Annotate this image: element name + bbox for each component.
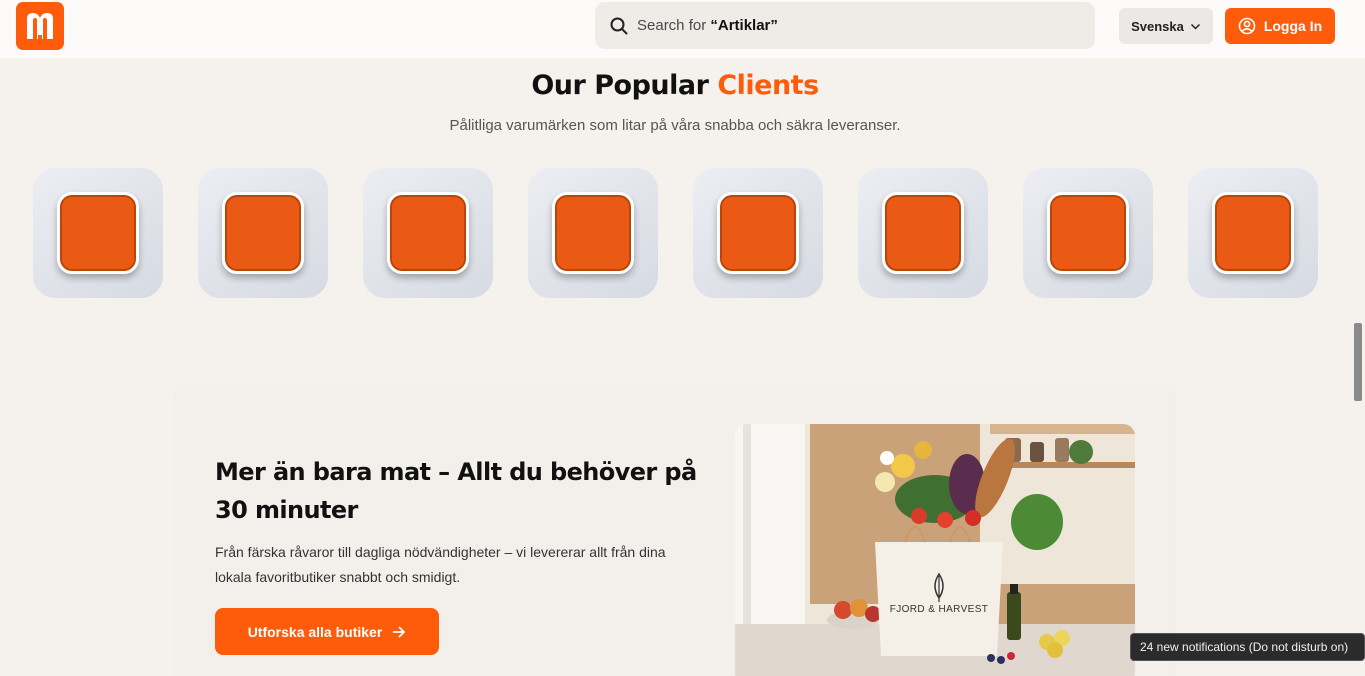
client-card[interactable] xyxy=(363,168,493,298)
clients-title-main: Our Popular xyxy=(531,70,718,101)
client-card[interactable] xyxy=(198,168,328,298)
client-logo xyxy=(1047,192,1129,274)
client-logo xyxy=(387,192,469,274)
clients-section-subtitle: Pålitliga varumärken som litar på våra s… xyxy=(449,117,901,134)
client-card[interactable] xyxy=(1188,168,1318,298)
login-button[interactable]: Logga In xyxy=(1225,8,1335,44)
notification-toast[interactable]: 24 new notifications (Do not disturb on) xyxy=(1130,633,1365,661)
brand-logo[interactable] xyxy=(16,2,64,50)
scrollbar-thumb[interactable] xyxy=(1354,323,1362,401)
search-bar[interactable]: Search for “Artiklar” xyxy=(595,2,1095,49)
search-icon xyxy=(610,17,628,34)
client-logo xyxy=(552,192,634,274)
bag-brand-label: FJORD & HARVEST xyxy=(889,604,989,615)
clients-title-accent: Clients xyxy=(717,70,819,101)
arrow-right-icon xyxy=(392,626,406,637)
explore-stores-button[interactable]: Utforska alla butiker xyxy=(215,608,439,655)
explore-stores-label: Utforska alla butiker xyxy=(247,623,383,640)
page-scrollbar[interactable] xyxy=(1352,58,1365,676)
promo-description: Från färska råvaror till dagliga nödvänd… xyxy=(215,544,666,585)
client-card[interactable] xyxy=(1023,168,1153,298)
clients-section-title: Our Popular Clients xyxy=(0,70,1350,101)
login-label: Logga In xyxy=(1263,18,1323,34)
promo-title: Mer än bara mat – Allt du behöver på 30 … xyxy=(215,458,697,524)
client-logo xyxy=(222,192,304,274)
chevron-down-icon xyxy=(1190,23,1200,30)
grocery-bag-illustration xyxy=(735,424,1135,676)
language-selector[interactable]: Svenska xyxy=(1119,8,1213,44)
client-card[interactable] xyxy=(693,168,823,298)
client-card[interactable] xyxy=(33,168,163,298)
user-circle-icon xyxy=(1238,17,1256,35)
client-logo xyxy=(882,192,964,274)
client-logo xyxy=(57,192,139,274)
client-logo xyxy=(1212,192,1294,274)
client-card[interactable] xyxy=(858,168,988,298)
clients-carousel xyxy=(33,168,1323,298)
search-placeholder: Search for “Artiklar” xyxy=(637,17,778,34)
language-label: Svenska xyxy=(1131,18,1184,34)
brand-logo-icon xyxy=(27,13,53,41)
client-logo xyxy=(717,192,799,274)
top-header: Search for “Artiklar” Svenska Logga In xyxy=(0,0,1365,58)
grocery-bag-photo: FJORD & HARVEST xyxy=(735,424,1135,676)
client-card[interactable] xyxy=(528,168,658,298)
